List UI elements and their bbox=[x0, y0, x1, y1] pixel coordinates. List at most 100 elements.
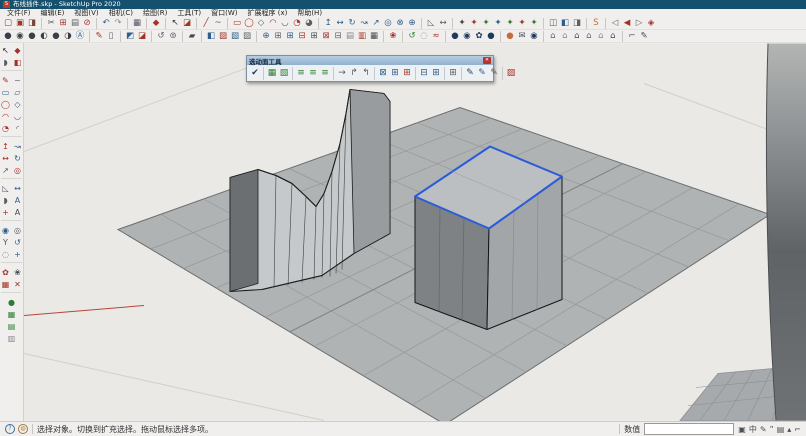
two-point-arc-tool-icon[interactable]: ◡ bbox=[12, 111, 23, 122]
table-2-icon[interactable]: ⊞ bbox=[284, 31, 296, 42]
sheet-3-icon[interactable]: ▦ bbox=[368, 31, 380, 42]
walk-tool-icon[interactable]: Y bbox=[0, 237, 11, 248]
orbit-tool-icon[interactable]: ↺ bbox=[12, 237, 23, 248]
redo-icon[interactable]: ↷ bbox=[112, 18, 124, 29]
plugin-flower-dark-icon[interactable]: ❀ bbox=[12, 267, 23, 278]
sector-icon[interactable]: ◕ bbox=[303, 18, 315, 29]
red-lines-icon[interactable]: ≈ bbox=[430, 31, 442, 42]
close-icon[interactable]: ✕ bbox=[483, 57, 491, 64]
sandbox-scratch-icon[interactable]: ✦ bbox=[468, 18, 480, 29]
house-6-icon[interactable]: ⌂ bbox=[607, 31, 619, 42]
flag-4-icon[interactable]: ▨ bbox=[241, 31, 253, 42]
component-3-icon[interactable]: ● bbox=[26, 31, 38, 42]
print-icon[interactable]: ▦ bbox=[127, 18, 143, 29]
pt-green-bars-2-icon[interactable]: ≡ bbox=[307, 67, 319, 80]
spray-icon[interactable]: ⌐ bbox=[622, 31, 638, 42]
text-style-icon[interactable]: Ⓐ bbox=[74, 31, 86, 42]
target-icon[interactable]: ⊚ bbox=[167, 31, 179, 42]
menu-camera[interactable]: 相机(C) bbox=[104, 9, 138, 18]
ime-language-icon[interactable]: 中 bbox=[749, 424, 757, 435]
intersect-icon[interactable]: ⊗ bbox=[394, 18, 406, 29]
palette-divider[interactable] bbox=[1, 262, 22, 265]
pt-table-x-icon[interactable]: ⊠ bbox=[374, 67, 389, 80]
move-tool-icon[interactable]: ↔ bbox=[0, 153, 11, 164]
sandbox-detail-icon[interactable]: ✦ bbox=[516, 18, 528, 29]
paint-bucket-tool-icon[interactable]: ◧ bbox=[12, 57, 23, 68]
rotate-copy-icon[interactable]: ↺ bbox=[151, 31, 167, 42]
freehand-tool-icon[interactable]: ~ bbox=[12, 75, 23, 86]
ime-punctuation-icon[interactable]: ” bbox=[770, 425, 774, 434]
push-pull-tool-icon[interactable]: ↥ bbox=[0, 141, 11, 152]
sheet-1-icon[interactable]: ▤ bbox=[344, 31, 356, 42]
polygon-tool-icon[interactable]: ◇ bbox=[12, 99, 23, 110]
section-plane-icon[interactable]: ◫ bbox=[543, 18, 559, 29]
look-around-tool-icon[interactable]: ◎ bbox=[12, 225, 23, 236]
component-4-icon[interactable]: ◐ bbox=[38, 31, 50, 42]
plugin-toolbar-titlebar[interactable]: 选动面工具 ✕ bbox=[247, 56, 493, 65]
menu-help[interactable]: 帮助(H) bbox=[292, 9, 327, 18]
paste-icon[interactable]: ▤ bbox=[69, 18, 81, 29]
tape-measure-tool-icon[interactable]: ◺ bbox=[0, 183, 11, 194]
info-dark-icon[interactable]: ◉ bbox=[528, 31, 540, 42]
delete-icon[interactable]: ⊘ bbox=[81, 18, 93, 29]
palette-divider[interactable] bbox=[1, 70, 22, 73]
scale-tool-icon[interactable]: ↗ bbox=[0, 165, 11, 176]
two-point-arc-icon[interactable]: ◡ bbox=[279, 18, 291, 29]
undo-icon[interactable]: ↶ bbox=[96, 18, 112, 29]
pt-green-image-2-icon[interactable]: ▧ bbox=[278, 67, 290, 80]
zoom-tool-icon[interactable]: ◌ bbox=[0, 249, 11, 260]
table-1-icon[interactable]: ⊞ bbox=[272, 31, 284, 42]
look-around-icon[interactable]: ◀ bbox=[621, 18, 633, 29]
pt-green-bars-1-icon[interactable]: ≡ bbox=[292, 67, 307, 80]
dimension-tool-icon[interactable]: ↔ bbox=[12, 183, 23, 194]
pt-table-gray-icon[interactable]: ⊞ bbox=[444, 67, 459, 80]
geolocation-icon[interactable]: ◍ bbox=[18, 424, 28, 434]
pt-pen-dark-icon[interactable]: ✎ bbox=[461, 67, 476, 80]
line-icon[interactable]: ╱ bbox=[196, 18, 212, 29]
plugin-green-grid-2-icon[interactable]: ▤ bbox=[0, 321, 23, 332]
palette-divider[interactable] bbox=[1, 220, 22, 223]
house-4-icon[interactable]: ⌂ bbox=[583, 31, 595, 42]
pt-select-check-icon[interactable]: ✔ bbox=[249, 67, 261, 80]
move-icon[interactable]: ↔ bbox=[334, 18, 346, 29]
mail-icon[interactable]: ✉ bbox=[516, 31, 528, 42]
plugin-green-ball-icon[interactable]: ● bbox=[0, 297, 23, 308]
measurements-input[interactable] bbox=[644, 423, 734, 435]
save-icon[interactable]: ◨ bbox=[26, 18, 38, 29]
dimension-icon[interactable]: ↔ bbox=[437, 18, 449, 29]
arc-icon[interactable]: ◠ bbox=[267, 18, 279, 29]
component-2-icon[interactable]: ◉ bbox=[14, 31, 26, 42]
pt-arrow-straight-icon[interactable]: → bbox=[333, 67, 348, 80]
palette-divider[interactable] bbox=[1, 136, 22, 139]
menu-tools[interactable]: 工具(T) bbox=[172, 9, 206, 18]
table-6-icon[interactable]: ⊟ bbox=[332, 31, 344, 42]
select-tool-icon[interactable]: ↖ bbox=[0, 45, 11, 56]
plugin-flower-red-icon[interactable]: ✿ bbox=[0, 267, 11, 278]
ime-keyboard-icon[interactable]: ▤ bbox=[777, 425, 785, 434]
3d-text-tool-icon[interactable]: A bbox=[12, 207, 23, 218]
line-tool-icon[interactable]: ✎ bbox=[0, 75, 11, 86]
sandbox-smoove-icon[interactable]: ✦ bbox=[480, 18, 492, 29]
open-file-icon[interactable]: ▣ bbox=[14, 18, 26, 29]
new-file-icon[interactable]: ▢ bbox=[2, 18, 14, 29]
rotate-icon[interactable]: ↻ bbox=[346, 18, 358, 29]
house-3-icon[interactable]: ⌂ bbox=[571, 31, 583, 42]
menu-edit[interactable]: 编辑(E) bbox=[36, 9, 70, 18]
ime-pen-icon[interactable]: ✎ bbox=[760, 425, 767, 434]
plugin-green-grid-1-icon[interactable]: ▦ bbox=[0, 309, 23, 320]
pie-icon[interactable]: ◔ bbox=[291, 18, 303, 29]
push-pull-icon[interactable]: ↥ bbox=[318, 18, 334, 29]
help-icon[interactable]: ? bbox=[5, 424, 15, 434]
pt-red-hatch-icon[interactable]: ▨ bbox=[502, 67, 517, 80]
previous-view-icon[interactable]: ◁ bbox=[605, 18, 621, 29]
arc-tool-icon[interactable]: ◠ bbox=[0, 111, 11, 122]
table-5-icon[interactable]: ⊠ bbox=[320, 31, 332, 42]
component-6-icon[interactable]: ◑ bbox=[62, 31, 74, 42]
layout-icon[interactable]: S bbox=[586, 18, 602, 29]
sandbox-stamp-icon[interactable]: ✦ bbox=[492, 18, 504, 29]
viewport-canvas[interactable] bbox=[24, 43, 806, 421]
circle-tool-icon[interactable]: ◯ bbox=[0, 99, 11, 110]
rectangle-tool-icon[interactable]: ▭ bbox=[0, 87, 11, 98]
offset-icon[interactable]: ◎ bbox=[382, 18, 394, 29]
plugin-x-red-icon[interactable]: ✕ bbox=[12, 279, 23, 290]
